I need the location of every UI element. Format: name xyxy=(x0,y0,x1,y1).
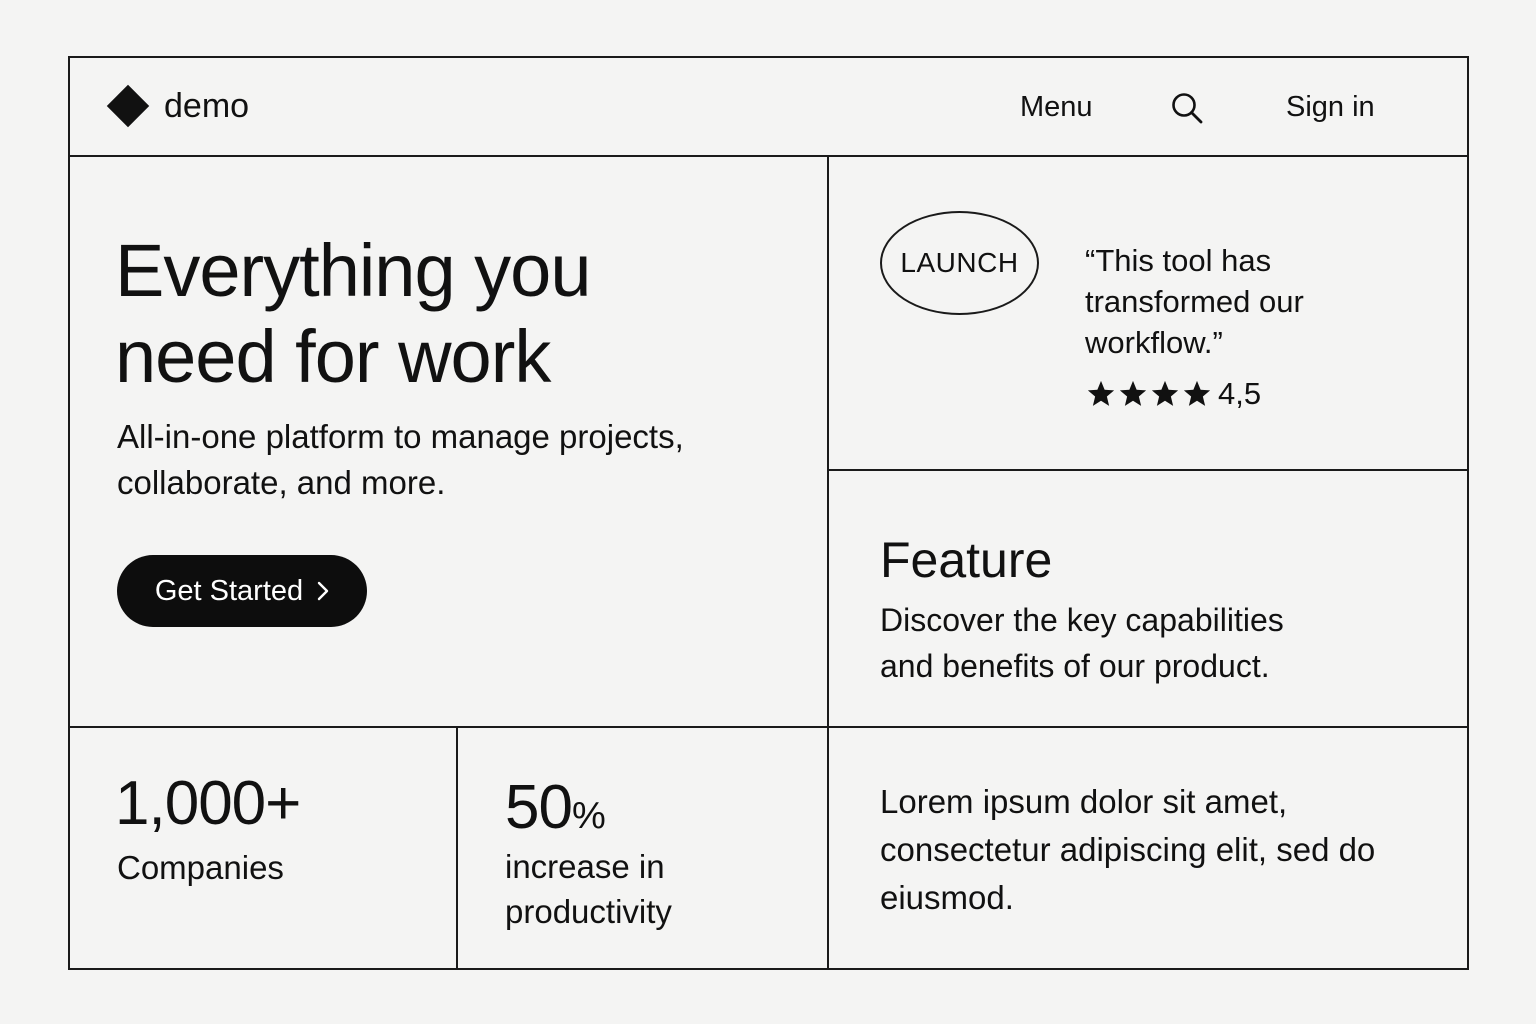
lorem-text: Lorem ipsum dolor sit amet, consectetur … xyxy=(880,783,1376,916)
chevron-right-icon xyxy=(317,581,329,601)
feature-title: Feature xyxy=(880,532,1053,588)
stat-productivity-number: 50 xyxy=(505,773,573,842)
rating-stars xyxy=(1086,379,1212,409)
testimonial-quote: “This tool has transformed our workflow.… xyxy=(1085,243,1304,360)
stat-productivity-value: 50% xyxy=(505,772,606,852)
stat-productivity-label: increase in productivity xyxy=(505,848,672,930)
testimonial-divider xyxy=(827,469,1467,471)
stat-productivity-unit: % xyxy=(571,795,606,837)
star-icon xyxy=(1151,380,1179,406)
get-started-button[interactable]: Get Started xyxy=(117,555,367,627)
logo-text[interactable]: demo xyxy=(164,86,249,126)
get-started-label: Get Started xyxy=(154,574,304,607)
rating: 4,5 xyxy=(1086,374,1261,414)
search-icon[interactable] xyxy=(1170,91,1204,125)
launch-badge: LAUNCH xyxy=(880,211,1039,315)
star-icon xyxy=(1087,380,1115,406)
feature-description: Discover the key capabilities and benefi… xyxy=(880,602,1284,684)
stat-companies-value: 1,000+ xyxy=(115,769,301,838)
main-column-divider xyxy=(827,155,829,968)
stats-column-divider xyxy=(456,726,458,968)
star-icon xyxy=(1183,380,1211,406)
logo-diamond-icon xyxy=(106,84,150,128)
rating-value: 4,5 xyxy=(1218,376,1262,411)
star-icon xyxy=(1119,380,1147,406)
stats-divider xyxy=(70,726,1467,728)
nav-menu-link[interactable]: Menu xyxy=(1020,89,1093,125)
hero-subtitle: All-in-one platform to manage projects, … xyxy=(117,418,684,501)
page-frame: demo Menu Sign in Everything you need fo… xyxy=(68,56,1469,970)
hero-title: Everything you need for work xyxy=(115,229,591,398)
header-divider xyxy=(70,155,1467,157)
stat-companies-label: Companies xyxy=(117,849,284,886)
sign-in-link[interactable]: Sign in xyxy=(1286,89,1375,125)
